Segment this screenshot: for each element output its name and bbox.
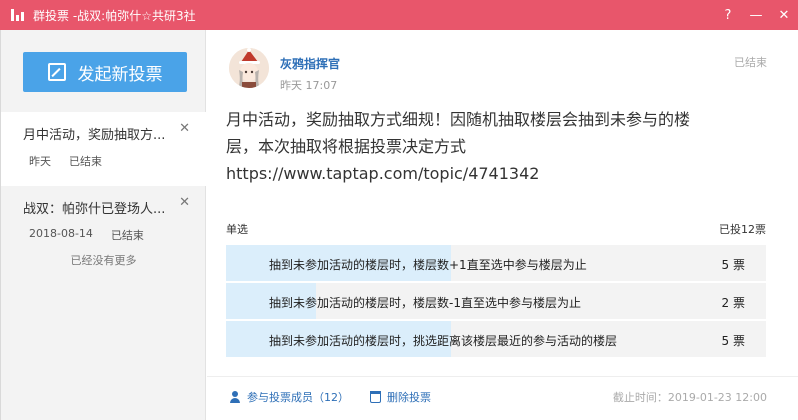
vote-option-count: 2 票 xyxy=(721,296,745,310)
vote-list: 月中活动，奖励抽取方... 昨天 已结束 ✕ 战双：帕弥什已登场人... 201… xyxy=(1,112,206,260)
content-link[interactable]: https://www.taptap.com/topic/4741342 xyxy=(226,160,771,187)
vote-status: 已结束 xyxy=(734,56,767,69)
chart-icon xyxy=(11,9,25,21)
window-controls: ? — ✕ xyxy=(714,0,798,30)
feedback-icon[interactable]: ? xyxy=(714,0,742,30)
members-label: 参与投票成员（12） xyxy=(247,391,349,404)
vote-list-item[interactable]: 月中活动，奖励抽取方... 昨天 已结束 ✕ xyxy=(1,112,206,186)
vote-option: 抽到未参加活动的楼层时，楼层数+1直至选中参与楼层为止 5 票 xyxy=(226,245,766,282)
vote-type-label: 单选 xyxy=(226,223,248,236)
delete-vote-button[interactable]: 删除投票 xyxy=(370,389,431,405)
no-more-text: 已经没有更多 xyxy=(70,254,137,267)
members-link[interactable]: 参与投票成员（12） xyxy=(229,389,349,405)
vote-options: 抽到未参加活动的楼层时，楼层数+1直至选中参与楼层为止 5 票 抽到未参加活动的… xyxy=(226,245,766,359)
vote-option-text: 抽到未参加活动的楼层时，楼层数+1直至选中参与楼层为止 xyxy=(269,258,587,272)
post-time: 昨天 17:07 xyxy=(280,79,338,92)
window-title: 群投票 -战双:帕弥什☆共研3社 xyxy=(33,8,196,23)
author-name[interactable]: 灰鸦指挥官 xyxy=(280,55,340,72)
vote-content: 月中活动，奖励抽取方式细规！因随机抽取楼层会抽到未参与的楼 层，本次抽取将根据投… xyxy=(226,106,771,187)
vote-list-item[interactable]: 战双：帕弥什已登场人... 2018-08-14 已结束 ✕ xyxy=(1,186,206,260)
content-line: 层，本次抽取将根据投票决定方式 xyxy=(226,137,467,156)
vote-detail: 灰鸦指挥官 昨天 17:07 已结束 月中活动，奖励抽取方式细规！因随机抽取楼层… xyxy=(207,30,798,420)
vote-footer: 参与投票成员（12） 删除投票 截止时间：2019-01-23 12:00 xyxy=(207,376,798,420)
content-line: 月中活动，奖励抽取方式细规！因随机抽取楼层会抽到未参与的楼 xyxy=(226,110,691,129)
vote-option-text: 抽到未参加活动的楼层时，挑选距离该楼层最近的参与活动的楼层 xyxy=(269,334,618,348)
vote-option-text: 抽到未参加活动的楼层时，楼层数-1直至选中参与楼层为止 xyxy=(269,296,581,310)
deadline-text: 截止时间：2019-01-23 12:00 xyxy=(612,391,767,404)
vote-item-date: 2018-08-14 xyxy=(29,227,93,240)
delete-label: 删除投票 xyxy=(387,391,431,404)
avatar[interactable] xyxy=(229,48,269,88)
vote-option: 抽到未参加活动的楼层时，挑选距离该楼层最近的参与活动的楼层 5 票 xyxy=(226,321,766,358)
vote-item-title: 月中活动，奖励抽取方... xyxy=(23,128,166,143)
trash-icon xyxy=(370,391,381,403)
vote-total-count: 已投12票 xyxy=(719,223,766,236)
vote-item-title: 战双：帕弥什已登场人... xyxy=(23,202,166,217)
new-vote-button[interactable]: 发起新投票 xyxy=(23,52,187,92)
minimize-button[interactable]: — xyxy=(742,0,770,30)
vote-option: 抽到未参加活动的楼层时，楼层数-1直至选中参与楼层为止 2 票 xyxy=(226,283,766,320)
vote-item-date: 昨天 xyxy=(29,155,51,168)
vote-option-count: 5 票 xyxy=(721,258,745,272)
title-bar: 群投票 -战双:帕弥什☆共研3社 ? — ✕ xyxy=(0,0,798,30)
vote-sidebar: 发起新投票 月中活动，奖励抽取方... 昨天 已结束 ✕ 战双：帕弥什已登场人.… xyxy=(0,30,206,420)
close-icon[interactable]: ✕ xyxy=(179,121,190,136)
vote-item-status: 已结束 xyxy=(110,229,144,242)
edit-icon xyxy=(47,63,66,81)
vote-option-count: 5 票 xyxy=(721,334,745,348)
new-vote-label: 发起新投票 xyxy=(77,64,163,85)
vote-item-status: 已结束 xyxy=(69,155,102,168)
close-button[interactable]: ✕ xyxy=(770,0,798,30)
close-icon[interactable]: ✕ xyxy=(179,195,190,210)
person-icon xyxy=(229,391,241,403)
